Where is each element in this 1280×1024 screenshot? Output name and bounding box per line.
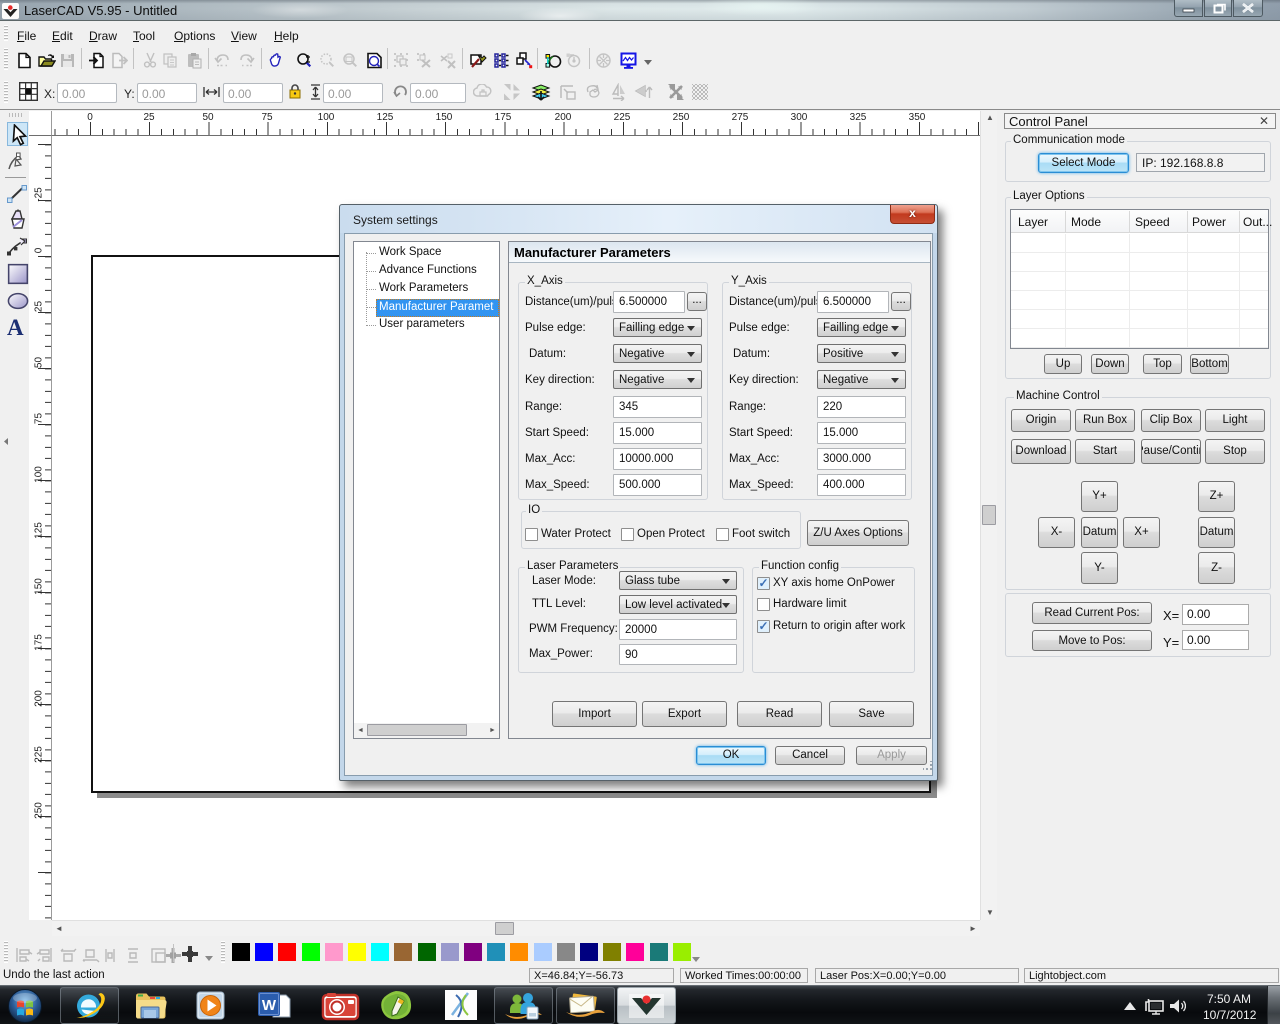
svg-text:W: W [262,997,277,1014]
